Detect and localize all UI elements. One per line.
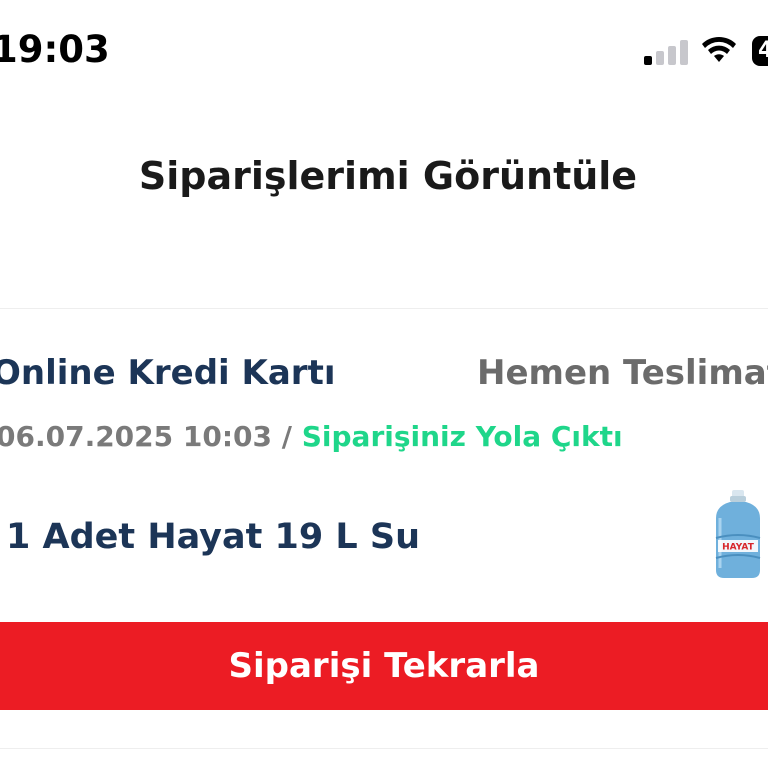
order-separator: / [272, 420, 302, 453]
status-time: 19:03 [0, 28, 110, 71]
divider [0, 748, 768, 749]
wifi-icon [702, 36, 736, 62]
screen: 19:03 4 Siparişlerimi Görüntüle Online K… [0, 0, 768, 768]
delivery-type: Hemen Teslimat [477, 353, 768, 393]
order-date: 06.07.2025 10:03 [0, 420, 273, 453]
battery-icon: 4 [752, 36, 768, 66]
water-bottle-image: HAYAT [715, 490, 761, 578]
battery-level: 4 [758, 38, 768, 63]
page-title: Siparişlerimi Görüntüle [138, 154, 638, 198]
order-meta: 06.07.2025 10:03 / Siparişiniz Yola Çıkt… [0, 420, 623, 453]
payment-method: Online Kredi Kartı [0, 353, 336, 393]
bottle-brand-label: HAYAT [722, 543, 755, 553]
reorder-button[interactable]: Siparişi Tekrarla [0, 622, 768, 710]
cellular-signal-icon [644, 39, 688, 65]
product-name: 1 Adet Hayat 19 L Su [6, 517, 421, 557]
order-status: Siparişiniz Yola Çıktı [301, 420, 623, 453]
divider [0, 308, 768, 309]
